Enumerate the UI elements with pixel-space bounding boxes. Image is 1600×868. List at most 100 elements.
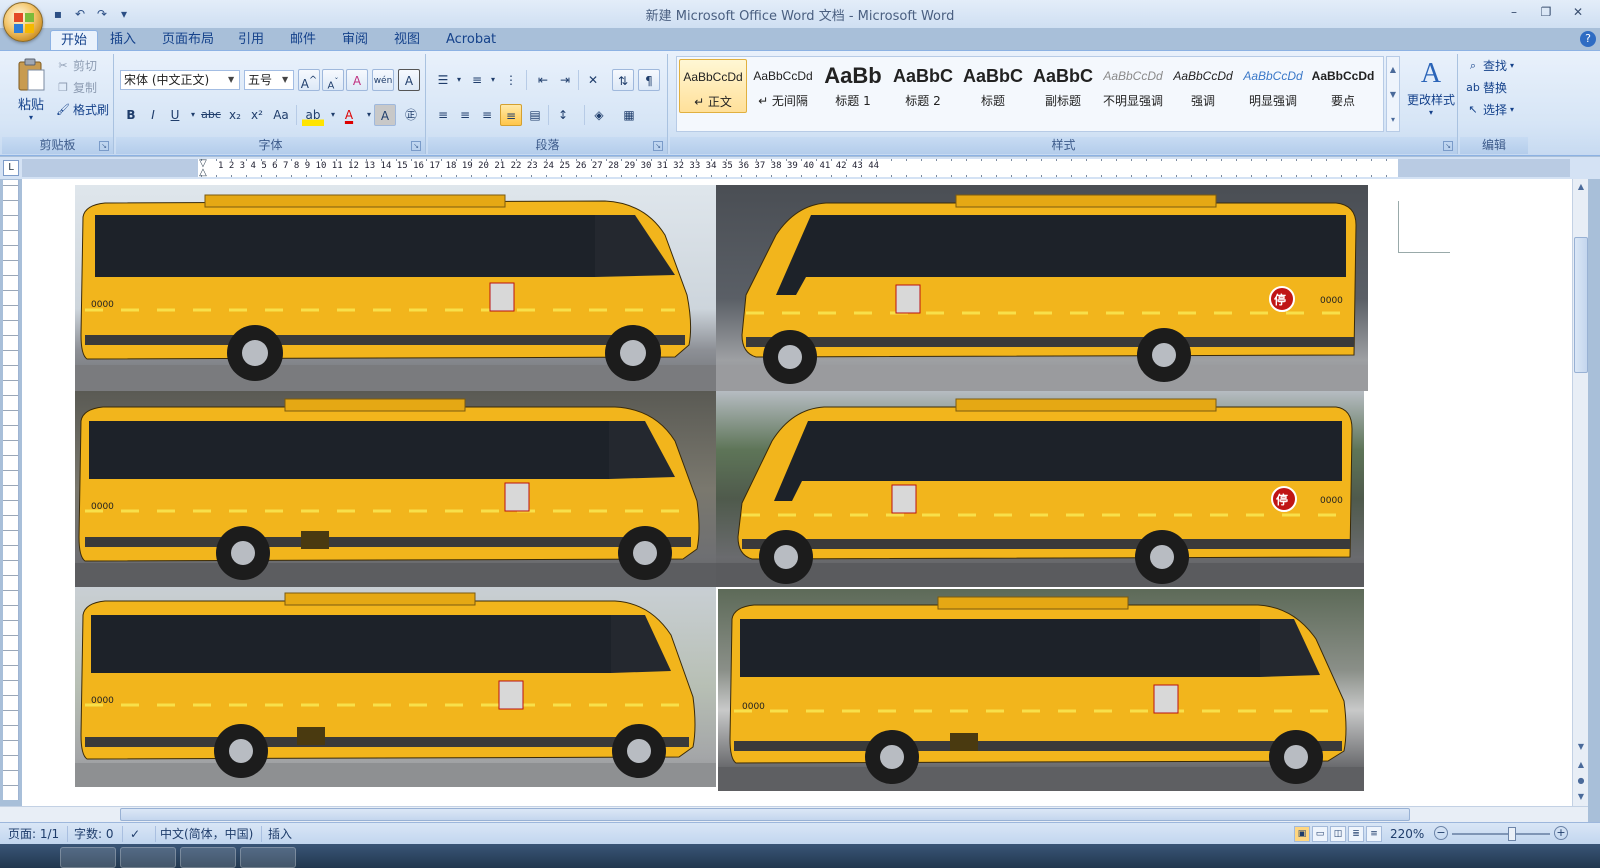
tab-insert[interactable]: 插入 — [100, 30, 146, 50]
style-subtle-emphasis[interactable]: AaBbCcDd 不明显强调 — [1099, 59, 1167, 113]
bold-button[interactable]: B — [120, 104, 142, 126]
tab-view[interactable]: 视图 — [384, 30, 430, 50]
char-shading-button[interactable]: A — [374, 104, 396, 126]
outline-icon[interactable]: ≣ — [1348, 826, 1364, 842]
word-count[interactable]: 字数: 0 — [74, 826, 123, 842]
page-count[interactable]: 页面: 1/1 — [8, 826, 69, 842]
format-painter-button[interactable]: 🖌 格式刷 — [56, 100, 109, 120]
style-subtitle[interactable]: AaBbC 副标题 — [1029, 59, 1097, 113]
taskbar-button[interactable] — [60, 847, 116, 868]
align-center-icon[interactable]: ≡ — [454, 104, 476, 126]
font-name-combo[interactable]: 宋体 (中文正文) ▼ — [120, 70, 240, 90]
web-layout-icon[interactable]: ◫ — [1330, 826, 1346, 842]
language-indicator[interactable]: 中文(简体，中国) — [160, 826, 263, 842]
shrink-font-button[interactable]: Aˇ — [322, 69, 344, 91]
change-styles-button[interactable]: A 更改样式 ▾ — [1404, 57, 1458, 127]
style-emphasis[interactable]: AaBbCcDd 强调 — [1169, 59, 1237, 113]
vertical-ruler[interactable] — [3, 180, 19, 800]
copy-button[interactable]: ❐ 复制 — [56, 78, 97, 98]
justify-icon[interactable]: ≡ — [500, 104, 522, 126]
zoom-in-icon[interactable]: + — [1554, 826, 1568, 840]
paste-button[interactable]: 粘贴 ▾ — [10, 58, 52, 128]
more-styles-icon[interactable]: ▾ — [1387, 107, 1399, 132]
highlight-button[interactable]: ab — [302, 104, 324, 126]
font-dialog-launcher[interactable]: ↘ — [411, 141, 421, 151]
vertical-scroll-thumb[interactable] — [1574, 237, 1588, 373]
phonetic-guide-button[interactable]: wén — [372, 69, 394, 91]
document-canvas[interactable]: 0000 停 0000 0000 停 0000 0000 0000 — [22, 179, 1572, 806]
find-button[interactable]: ⌕ 查找 ▾ — [1466, 56, 1514, 76]
tab-review[interactable]: 审阅 — [332, 30, 378, 50]
char-border-button[interactable]: A — [398, 69, 420, 91]
help-icon[interactable]: ? — [1580, 31, 1596, 47]
restore-button[interactable]: ❐ — [1530, 2, 1562, 22]
change-case-button[interactable]: Aa — [270, 104, 292, 126]
cut-button[interactable]: ✂ 剪切 — [56, 56, 97, 76]
line-spacing-icon[interactable]: ↕ — [552, 104, 574, 126]
tab-acrobat[interactable]: Acrobat — [436, 30, 506, 50]
taskbar-button[interactable] — [180, 847, 236, 868]
previous-page-icon[interactable]: ▲ — [1573, 757, 1589, 773]
subscript-button[interactable]: x₂ — [224, 104, 246, 126]
tab-selector[interactable]: L — [3, 160, 19, 176]
full-screen-reading-icon[interactable]: ▭ — [1312, 826, 1328, 842]
insert-mode[interactable]: 插入 — [268, 826, 300, 842]
styles-gallery-scroll[interactable]: ▲ ▼ ▾ — [1386, 56, 1400, 132]
office-button[interactable] — [3, 2, 43, 42]
align-right-icon[interactable]: ≡ — [476, 104, 498, 126]
horizontal-scrollbar[interactable] — [0, 806, 1588, 822]
zoom-slider-thumb[interactable] — [1508, 827, 1516, 841]
font-size-combo[interactable]: 五号 ▼ — [244, 70, 294, 90]
style-strong[interactable]: AaBbCcDd 要点 — [1309, 59, 1377, 113]
clipboard-dialog-launcher[interactable]: ↘ — [99, 141, 109, 151]
style-normal[interactable]: AaBbCcDd ↵ 正文 — [679, 59, 747, 113]
sort-icon[interactable]: ⇅ — [612, 69, 634, 91]
next-page-icon[interactable]: ▼ — [1573, 789, 1589, 805]
tab-references[interactable]: 引用 — [228, 30, 274, 50]
grow-font-button[interactable]: A^ — [298, 69, 320, 91]
scroll-up-icon[interactable]: ▲ — [1573, 179, 1589, 195]
increase-indent-icon[interactable]: ⇥ — [554, 69, 576, 91]
zoom-out-icon[interactable]: − — [1434, 826, 1448, 840]
clear-format-button[interactable]: A — [346, 69, 368, 91]
minimize-button[interactable]: – — [1498, 2, 1530, 22]
vertical-scrollbar[interactable]: ▲ ▼ ▲ ● ▼ — [1572, 179, 1588, 806]
style-heading-2[interactable]: AaBbC 标题 2 — [889, 59, 957, 113]
browse-object-icon[interactable]: ● — [1573, 773, 1589, 789]
shading-icon[interactable]: ◈ — [588, 104, 610, 126]
zoom-level[interactable]: 220% — [1390, 826, 1424, 842]
chevron-up-icon[interactable]: ▲ — [1387, 57, 1399, 82]
proofing-icon[interactable]: ✓ — [130, 826, 156, 842]
chevron-down-icon[interactable]: ▼ — [1387, 82, 1399, 107]
enclose-chars-icon[interactable]: ㊣ — [400, 104, 422, 126]
select-button[interactable]: ↖ 选择 ▾ — [1466, 100, 1514, 120]
horizontal-scroll-thumb[interactable] — [120, 808, 1410, 821]
paragraph-dialog-launcher[interactable]: ↘ — [653, 141, 663, 151]
strikethrough-button[interactable]: abc — [200, 104, 222, 126]
scroll-down-icon[interactable]: ▼ — [1573, 739, 1589, 755]
draft-icon[interactable]: ≡ — [1366, 826, 1382, 842]
style-heading-1[interactable]: AaBb 标题 1 — [819, 59, 887, 113]
multilevel-list-icon[interactable]: ⋮ — [500, 69, 522, 91]
style-no-spacing[interactable]: AaBbCcDd ↵ 无间隔 — [749, 59, 817, 113]
replace-button[interactable]: ab 替换 — [1466, 78, 1507, 98]
indent-marker-icon[interactable]: ▽ △ — [198, 159, 208, 178]
style-title[interactable]: AaBbC 标题 — [959, 59, 1027, 113]
align-left-icon[interactable]: ≡ — [432, 104, 454, 126]
styles-dialog-launcher[interactable]: ↘ — [1443, 141, 1453, 151]
zoom-slider-track[interactable] — [1452, 833, 1550, 835]
taskbar-button[interactable] — [120, 847, 176, 868]
horizontal-ruler[interactable]: 1 2 3 4 5 6 7 8 9 10 11 12 13 14 15 16 1… — [22, 159, 1570, 178]
print-layout-icon[interactable]: ▣ — [1294, 826, 1310, 842]
italic-button[interactable]: I — [142, 104, 164, 126]
close-button[interactable]: ✕ — [1562, 2, 1594, 22]
distributed-icon[interactable]: ▤ — [524, 104, 546, 126]
borders-icon[interactable]: ▦ — [618, 104, 640, 126]
chinese-layout-icon[interactable]: ✕ — [582, 69, 604, 91]
decrease-indent-icon[interactable]: ⇤ — [532, 69, 554, 91]
show-marks-icon[interactable]: ¶ — [638, 69, 660, 91]
taskbar-button[interactable] — [240, 847, 296, 868]
tab-mailings[interactable]: 邮件 — [280, 30, 326, 50]
superscript-button[interactable]: x² — [246, 104, 268, 126]
style-intense-emphasis[interactable]: AaBbCcDd 明显强调 — [1239, 59, 1307, 113]
